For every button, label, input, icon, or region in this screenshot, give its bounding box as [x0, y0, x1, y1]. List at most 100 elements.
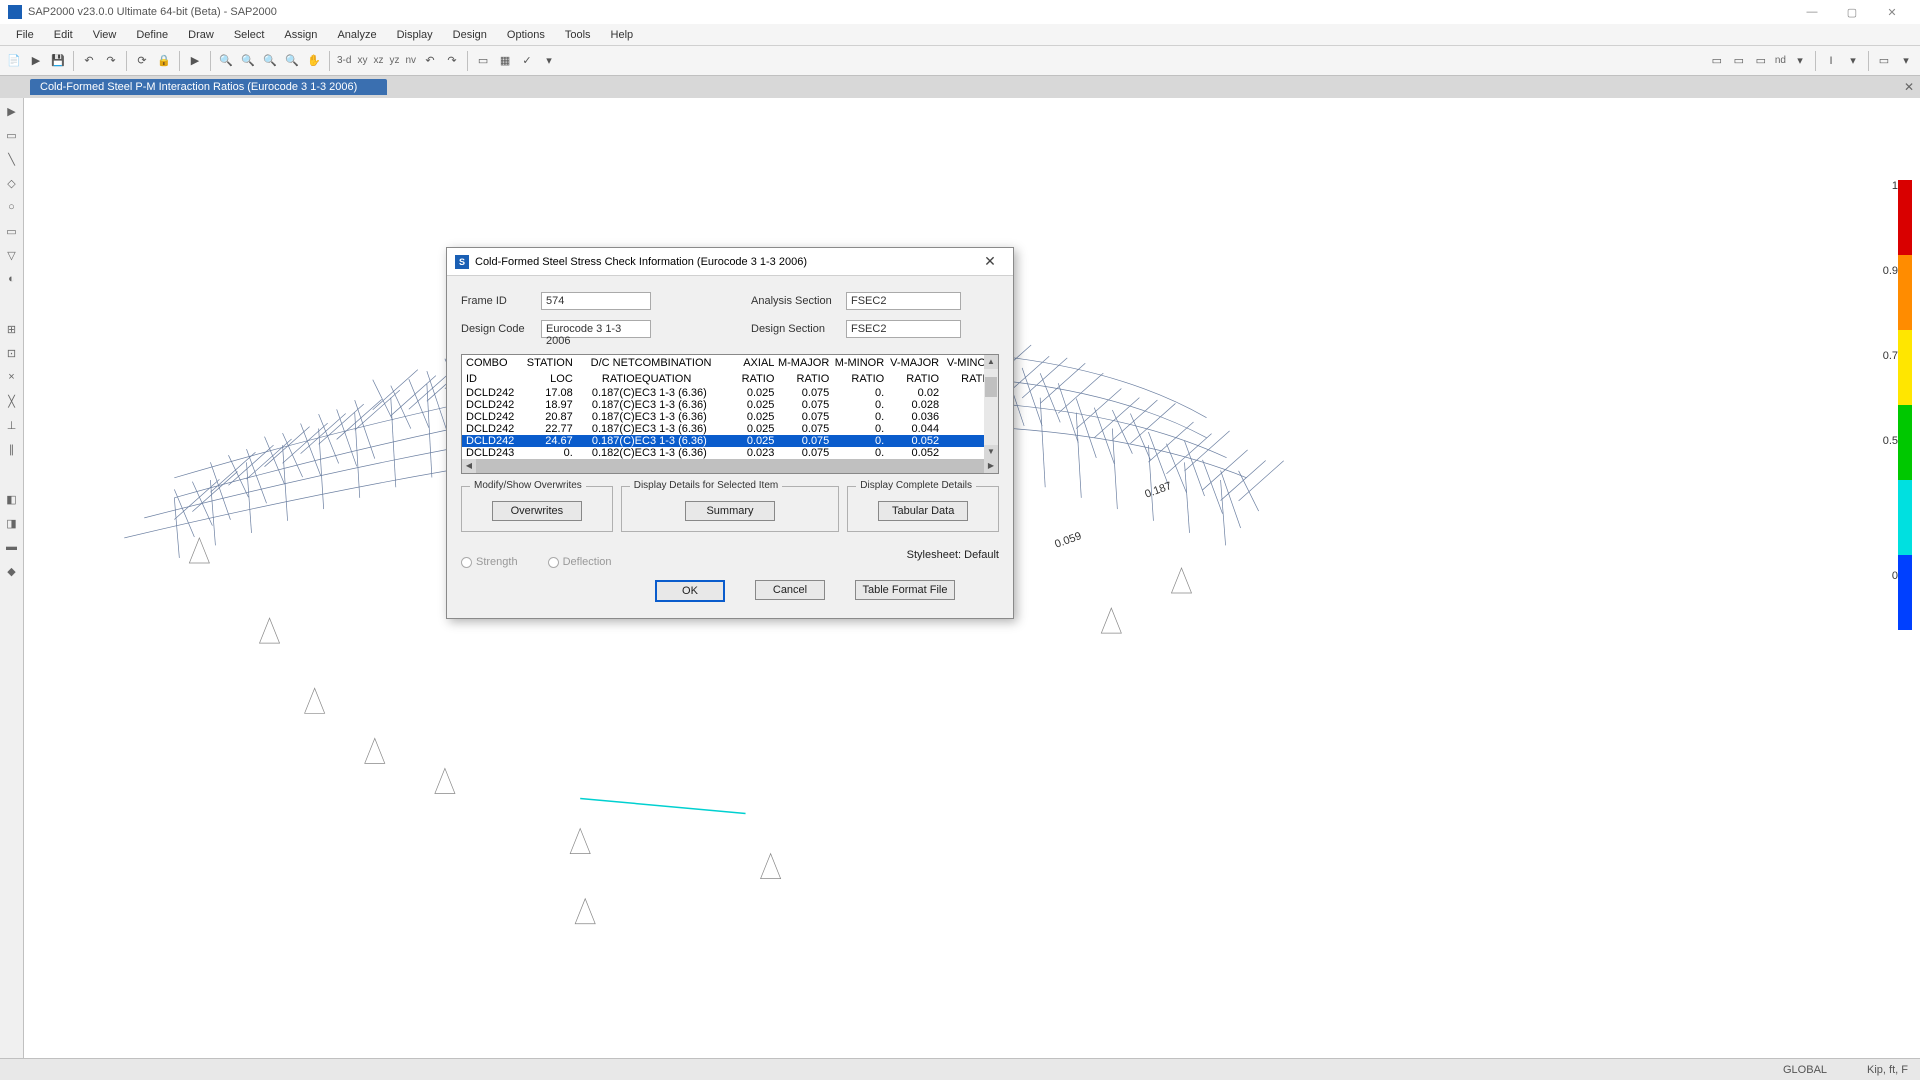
table-format-button[interactable]: Table Format File	[855, 580, 955, 600]
ok-button[interactable]: OK	[655, 580, 725, 602]
minimize-button[interactable]: —	[1792, 0, 1832, 24]
menu-analyze[interactable]: Analyze	[327, 27, 386, 43]
zoom-prev-icon[interactable]: 🔍	[282, 51, 302, 71]
redo-icon[interactable]: ↷	[101, 51, 121, 71]
dd3-icon[interactable]: ▾	[1896, 51, 1916, 71]
overwrites-group-label: Modify/Show Overwrites	[470, 480, 586, 491]
undo-icon[interactable]: ↶	[79, 51, 99, 71]
view-xy[interactable]: xy	[355, 55, 369, 66]
frame-id-field[interactable]: 574	[541, 292, 651, 310]
tool6-icon[interactable]: ▭	[3, 222, 21, 240]
menu-file[interactable]: File	[6, 27, 44, 43]
scroll-down-icon[interactable]: ▼	[984, 445, 998, 459]
view-yz[interactable]: yz	[387, 55, 401, 66]
table-row[interactable]: DCLD24222.770.187(C)EC3 1-3 (6.36)0.0250…	[462, 423, 998, 435]
zoom-fit-icon[interactable]: 🔍	[260, 51, 280, 71]
pan-icon[interactable]: ✋	[304, 51, 324, 71]
lock-icon[interactable]: 🔒	[154, 51, 174, 71]
menu-design[interactable]: Design	[443, 27, 497, 43]
check-icon[interactable]: ✓	[517, 51, 537, 71]
menu-assign[interactable]: Assign	[274, 27, 327, 43]
view-nv[interactable]: nv	[403, 55, 418, 66]
menu-select[interactable]: Select	[224, 27, 275, 43]
dd2-icon[interactable]: ▾	[1843, 51, 1863, 71]
save-icon[interactable]: 💾	[48, 51, 68, 71]
table-row[interactable]: DCLD24218.970.187(C)EC3 1-3 (6.36)0.0250…	[462, 399, 998, 411]
status-units[interactable]: Kip, ft, F	[1867, 1064, 1908, 1076]
menu-define[interactable]: Define	[126, 27, 178, 43]
shape3-icon[interactable]: ▭	[1751, 51, 1771, 71]
run-icon[interactable]: ▶	[185, 51, 205, 71]
rotate-right-icon[interactable]: ↷	[442, 51, 462, 71]
tool7-icon[interactable]: ▽	[3, 246, 21, 264]
table-row[interactable]: DCLD24224.670.187(C)EC3 1-3 (6.36)0.0250…	[462, 435, 998, 447]
snap4-icon[interactable]: ╳	[3, 392, 21, 410]
new-icon[interactable]: 📄	[4, 51, 24, 71]
menu-help[interactable]: Help	[601, 27, 644, 43]
dialog-titlebar[interactable]: S Cold-Formed Steel Stress Check Informa…	[447, 248, 1013, 276]
object-icon[interactable]: ▭	[473, 51, 493, 71]
snap5-icon[interactable]: ⊥	[3, 416, 21, 434]
tool4-icon[interactable]: ◇	[3, 174, 21, 192]
tool11-icon[interactable]: ▬	[3, 538, 21, 556]
dropdown-icon[interactable]: ▾	[539, 51, 559, 71]
box-icon[interactable]: ▭	[1874, 51, 1894, 71]
scroll-up-icon[interactable]: ▲	[984, 355, 998, 369]
tab-label: Cold-Formed Steel P-M Interaction Ratios…	[40, 81, 357, 93]
tool5-icon[interactable]: ○	[3, 198, 21, 216]
scroll-right-icon[interactable]: ▶	[984, 459, 998, 473]
tool8-icon[interactable]: ◐	[3, 270, 21, 288]
table-row[interactable]: DCLD24217.080.187(C)EC3 1-3 (6.36)0.0250…	[462, 387, 998, 399]
menu-draw[interactable]: Draw	[178, 27, 224, 43]
line-icon[interactable]: ╲	[3, 150, 21, 168]
menu-options[interactable]: Options	[497, 27, 555, 43]
tool12-icon[interactable]: ◆	[3, 562, 21, 580]
open-icon[interactable]: ▶	[26, 51, 46, 71]
snap3-icon[interactable]: ×	[3, 368, 21, 386]
tabular-data-button[interactable]: Tabular Data	[878, 501, 968, 521]
table-row[interactable]: DCLD2430.0.182(C)EC3 1-3 (6.36)0.0230.07…	[462, 447, 998, 459]
analysis-section-field[interactable]: FSEC2	[846, 292, 961, 310]
i-icon[interactable]: I	[1821, 51, 1841, 71]
scroll-left-icon[interactable]: ◀	[462, 459, 476, 473]
shape1-icon[interactable]: ▭	[1707, 51, 1727, 71]
deflection-radio[interactable]: Deflection	[548, 556, 612, 568]
menu-edit[interactable]: Edit	[44, 27, 83, 43]
refresh-icon[interactable]: ⟳	[132, 51, 152, 71]
menu-view[interactable]: View	[83, 27, 127, 43]
strength-radio[interactable]: Strength	[461, 556, 518, 568]
menu-tools[interactable]: Tools	[555, 27, 601, 43]
design-section-field[interactable]: FSEC2	[846, 320, 961, 338]
zoom-out-icon[interactable]: 🔍	[238, 51, 258, 71]
rotate-left-icon[interactable]: ↶	[420, 51, 440, 71]
tool10-icon[interactable]: ◨	[3, 514, 21, 532]
view-xz[interactable]: xz	[371, 55, 385, 66]
results-table[interactable]: COMBOSTATIOND/C NETCOMBINATIONAXIALM-MAJ…	[461, 354, 999, 474]
scroll-thumb[interactable]	[985, 377, 997, 397]
shape2-icon[interactable]: ▭	[1729, 51, 1749, 71]
table-vscroll[interactable]: ▲ ▼	[984, 355, 998, 459]
cancel-button[interactable]: Cancel	[755, 580, 825, 600]
tool2-icon[interactable]: ▭	[3, 126, 21, 144]
grid-icon[interactable]: ▦	[495, 51, 515, 71]
close-button[interactable]: ✕	[1872, 0, 1912, 24]
overwrites-button[interactable]: Overwrites	[492, 501, 582, 521]
summary-button[interactable]: Summary	[685, 501, 775, 521]
dd1-icon[interactable]: ▾	[1790, 51, 1810, 71]
maximize-button[interactable]: ▢	[1832, 0, 1872, 24]
menu-display[interactable]: Display	[387, 27, 443, 43]
zoom-in-icon[interactable]: 🔍	[216, 51, 236, 71]
tab-close-icon[interactable]: ✕	[1904, 80, 1914, 94]
pointer-icon[interactable]: ▶	[3, 102, 21, 120]
snap1-icon[interactable]: ⊞	[3, 320, 21, 338]
view-3d[interactable]: 3-d	[335, 55, 353, 66]
active-tab[interactable]: Cold-Formed Steel P-M Interaction Ratios…	[30, 79, 387, 95]
dialog-close-icon[interactable]: ✕	[975, 253, 1005, 270]
snap6-icon[interactable]: ∥	[3, 440, 21, 458]
tool9-icon[interactable]: ◧	[3, 490, 21, 508]
nd-label[interactable]: nd	[1773, 55, 1788, 66]
table-row[interactable]: DCLD24220.870.187(C)EC3 1-3 (6.36)0.0250…	[462, 411, 998, 423]
snap2-icon[interactable]: ⊡	[3, 344, 21, 362]
design-code-field[interactable]: Eurocode 3 1-3 2006	[541, 320, 651, 338]
table-hscroll[interactable]: ◀ ▶	[462, 459, 998, 473]
